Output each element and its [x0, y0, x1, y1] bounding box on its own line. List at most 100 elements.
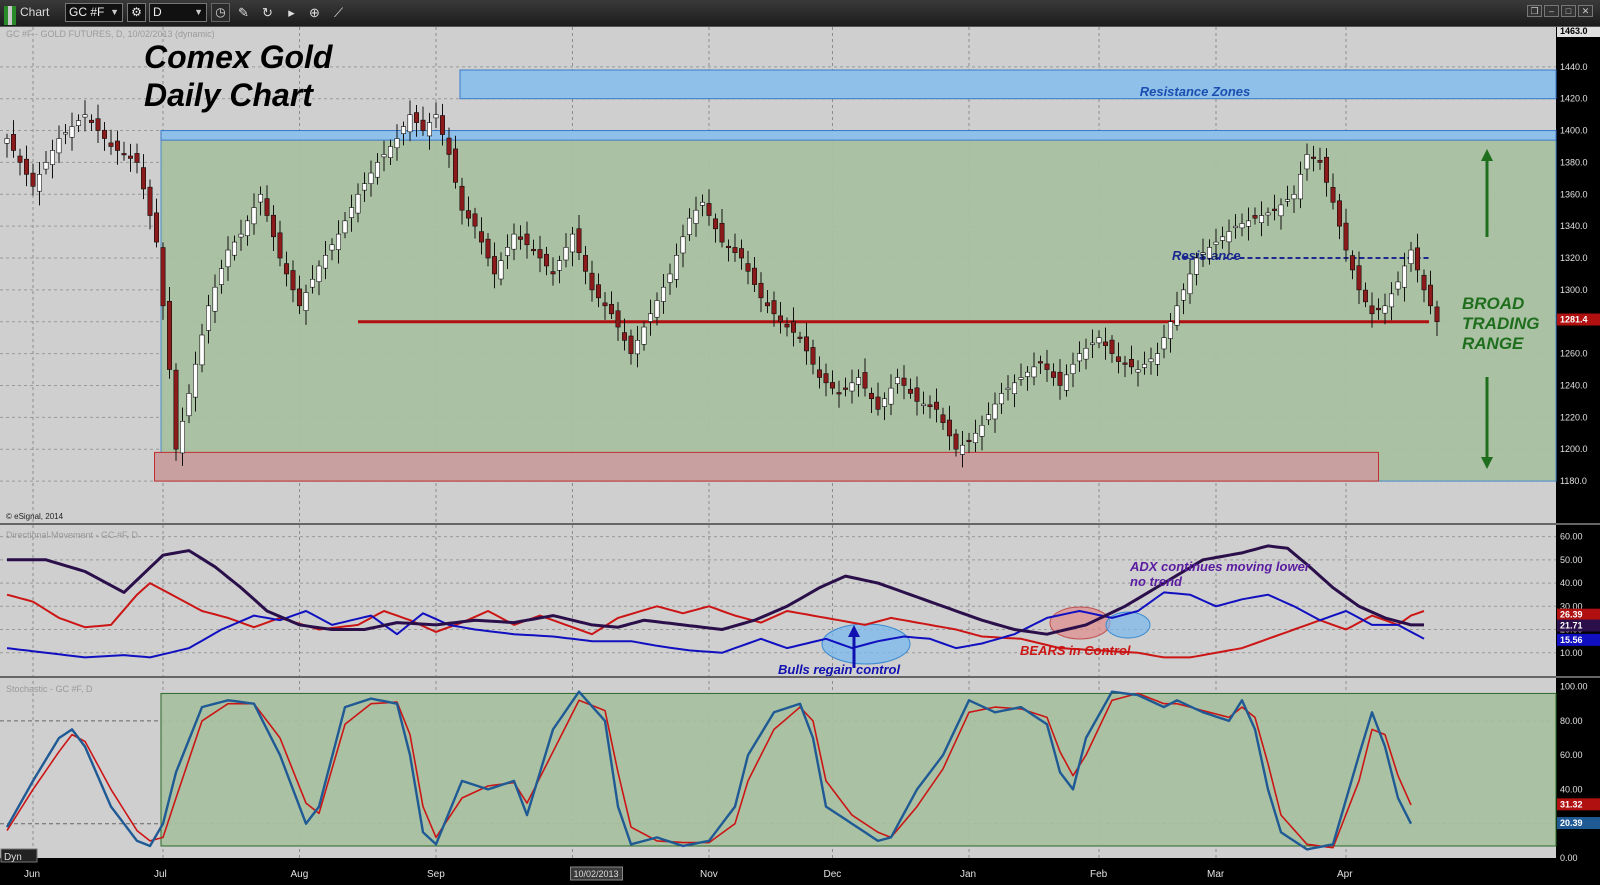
candle — [1220, 236, 1226, 241]
candle — [985, 414, 991, 421]
price-tick-label: 1380.0 — [1560, 157, 1588, 167]
candle — [602, 302, 608, 307]
candle — [972, 432, 978, 444]
candle — [725, 245, 731, 249]
candle — [1187, 273, 1193, 295]
candle — [1148, 358, 1154, 363]
candle — [329, 244, 335, 251]
candle — [1116, 356, 1122, 362]
candle — [881, 398, 887, 407]
symbol-selector[interactable]: GC #F ▼ — [65, 3, 123, 22]
cursor-date-label: 10/02/2013 — [574, 869, 619, 879]
maximize-button[interactable]: □ — [1561, 5, 1576, 17]
candle — [654, 300, 660, 318]
candle — [940, 414, 946, 423]
pencil-icon: ✎ — [238, 5, 249, 20]
replay-button[interactable]: ▸ — [282, 3, 301, 22]
ruler-icon: ⟋ — [333, 5, 344, 20]
resistance-zone — [160, 130, 1557, 141]
candle — [959, 444, 965, 455]
candle — [1213, 241, 1219, 245]
resistance-label: Resistance — [1172, 248, 1241, 263]
candle — [667, 273, 673, 283]
candle — [1376, 307, 1382, 311]
candle — [1194, 257, 1200, 275]
candle — [309, 278, 315, 288]
month-label: Dec — [824, 869, 842, 880]
candle — [823, 373, 829, 384]
candle — [1109, 339, 1115, 354]
candle — [1265, 212, 1271, 216]
candle — [719, 222, 725, 243]
candle — [992, 403, 998, 420]
candle — [777, 315, 783, 323]
candle — [1311, 156, 1317, 159]
candle — [413, 112, 419, 123]
close-button[interactable]: ✕ — [1578, 5, 1593, 17]
refresh-button[interactable]: ↻ — [258, 3, 277, 22]
chevron-down-icon: ▼ — [194, 7, 203, 17]
candle — [764, 302, 770, 307]
candle — [1259, 215, 1265, 223]
candle — [712, 218, 718, 230]
candle — [485, 238, 491, 259]
interval-selector[interactable]: D ▼ — [149, 3, 207, 22]
price-tick-label: 1300.0 — [1560, 285, 1588, 295]
candle — [95, 118, 101, 131]
candle — [1350, 255, 1356, 271]
clock-button[interactable]: ◷ — [211, 3, 230, 22]
stoch-tick-label: 0.00 — [1560, 853, 1578, 863]
stoch-range-zone — [160, 692, 1557, 847]
draw-tool-button[interactable]: ✎ — [234, 3, 253, 22]
candle — [790, 321, 796, 333]
candle — [257, 193, 263, 203]
candle — [303, 292, 309, 311]
candle — [998, 393, 1004, 405]
candle — [537, 249, 543, 259]
candle — [491, 256, 497, 275]
measure-button[interactable]: ⟋ — [329, 3, 348, 22]
symbol-link-button[interactable]: ⚙ — [127, 3, 146, 22]
candle — [1038, 361, 1044, 364]
price-tick-label: 1220.0 — [1560, 412, 1588, 422]
price-tick-label: 1400.0 — [1560, 126, 1588, 136]
candle — [1421, 274, 1427, 291]
candle — [17, 155, 23, 163]
candle — [634, 340, 640, 355]
candle — [219, 268, 225, 285]
candle — [1317, 160, 1323, 163]
candle — [829, 382, 835, 389]
chart-canvas[interactable]: GC #F - GOLD FUTURES, D, 10/02/2013 (dyn… — [0, 27, 1600, 885]
month-label: Nov — [700, 869, 718, 880]
interval-value: D — [153, 5, 162, 19]
candle — [556, 260, 562, 271]
candle — [4, 138, 10, 144]
candle — [615, 310, 621, 328]
adx-value-tag: 21.71 — [1560, 621, 1583, 631]
candle — [465, 210, 471, 219]
dmi-tick-label: 40.00 — [1560, 578, 1583, 588]
bulls-regain-control-label: Bulls regain control — [778, 662, 900, 677]
candle — [966, 439, 972, 443]
play-icon: ▸ — [288, 5, 295, 20]
candle — [693, 209, 699, 224]
dmi-pane-title: Directional Movement - GC #F, D — [6, 530, 139, 540]
zoom-button[interactable]: ⊕ — [305, 3, 324, 22]
minimize-button[interactable]: – — [1544, 5, 1559, 17]
candle — [641, 326, 647, 345]
candle — [732, 247, 738, 254]
candle — [498, 260, 504, 280]
candle — [368, 172, 374, 184]
candle — [270, 214, 276, 238]
restore-button[interactable]: ❐ — [1527, 5, 1542, 17]
month-label: Jun — [24, 869, 40, 880]
candle — [420, 119, 426, 131]
x-axis-background — [0, 858, 1556, 885]
candle — [1428, 284, 1434, 307]
candle — [927, 404, 933, 408]
candle — [387, 146, 393, 158]
candle — [816, 369, 822, 378]
candle — [180, 421, 186, 454]
toolbar: Chart GC #F ▼ ⚙ D ▼ ◷ ✎ ↻ ▸ ⊕ ⟋ ❐ – □ ✕ — [0, 0, 1600, 27]
candle — [875, 396, 881, 410]
